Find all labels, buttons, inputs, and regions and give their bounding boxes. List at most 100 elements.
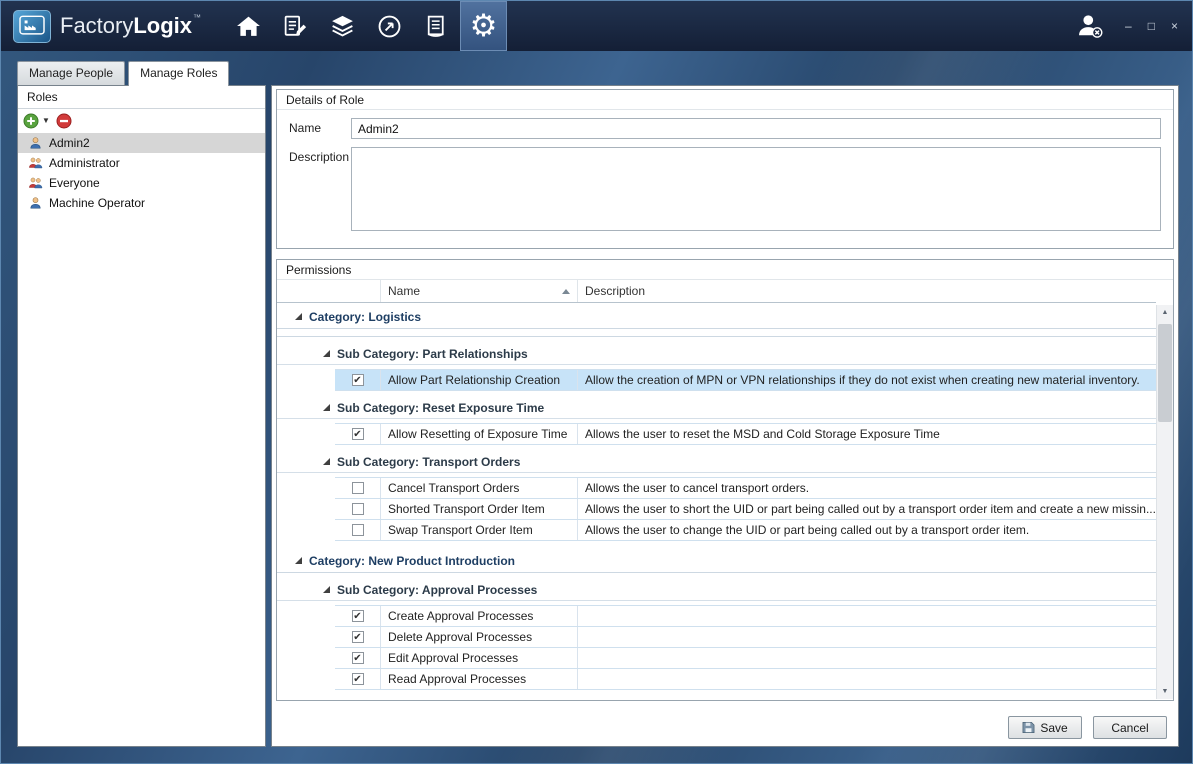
tab-manage-roles[interactable]: Manage Roles [128,61,229,86]
permission-checkbox[interactable] [352,374,364,386]
subcategory-row[interactable]: Sub Category: Part Relationships [277,343,1156,365]
subcategory-label: Sub Category: Part Relationships [337,347,528,361]
nav-planning-icon[interactable] [272,1,319,51]
permissions-grid-header: Name Description [277,280,1156,303]
maximize-button[interactable]: □ [1148,20,1155,32]
category-row[interactable]: Category: New Product Introduction [277,549,1156,573]
factorylogix-logo-icon [13,10,51,43]
permission-name: Read Approval Processes [381,669,578,689]
permission-row[interactable]: Shorted Transport Order ItemAllows the u… [335,499,1156,520]
description-label: Description [289,147,351,231]
permission-row[interactable]: Allow Resetting of Exposure TimeAllows t… [335,424,1156,445]
permission-row[interactable]: Read Approval Processes [335,669,1156,690]
permission-checkbox[interactable] [352,673,364,685]
permission-items: Allow Resetting of Exposure TimeAllows t… [335,423,1156,445]
permission-checkbox[interactable] [352,503,364,515]
collapse-icon[interactable] [323,586,330,593]
subcategory-row[interactable]: Sub Category: Transport Orders [277,451,1156,473]
checkbox-cell [335,606,381,626]
titlebar-right: – □ × [1075,11,1192,41]
titlebar-nav: ⚙ [225,1,507,51]
chevron-down-icon[interactable]: ▼ [42,116,50,125]
permission-description [578,648,1156,668]
permission-checkbox[interactable] [352,631,364,643]
role-list-item[interactable]: Administrator [18,153,265,173]
close-button[interactable]: × [1171,20,1178,32]
nav-settings-icon[interactable]: ⚙ [460,1,507,51]
subcategory-label: Sub Category: Transport Orders [337,455,520,469]
scrollbar-thumb[interactable] [1158,324,1172,422]
column-header-name[interactable]: Name [381,280,578,302]
role-label: Admin2 [49,136,90,150]
checkbox-cell [335,520,381,540]
permission-name: Allow Resetting of Exposure Time [381,424,578,444]
permission-row[interactable]: Create Approval Processes [335,606,1156,627]
permission-description: Allows the user to reset the MSD and Col… [578,424,1156,444]
category-label: Category: Logistics [309,310,421,324]
subcategory-row[interactable]: Sub Category: Barcode Templates [277,696,1156,699]
subcategory-label: Sub Category: Approval Processes [337,583,537,597]
details-title: Details of Role [277,90,1173,110]
collapse-icon[interactable] [323,350,330,357]
collapse-icon[interactable] [295,557,302,564]
vertical-scrollbar[interactable]: ▲ ▼ [1156,305,1173,699]
tab-bar: Manage People Manage Roles [17,61,232,86]
column-header-description[interactable]: Description [578,280,1156,302]
category-row[interactable]: Category: Logistics [277,305,1156,329]
collapse-icon[interactable] [323,458,330,465]
subcategory-row[interactable]: Sub Category: Approval Processes [277,579,1156,601]
save-icon [1022,721,1035,734]
subcategory-row[interactable]: Sub Category: Reset Exposure Time [277,397,1156,419]
permission-name: Swap Transport Order Item [381,520,578,540]
nav-home-icon[interactable] [225,1,272,51]
user-account-icon[interactable] [1075,11,1105,41]
permission-row[interactable]: Cancel Transport OrdersAllows the user t… [335,478,1156,499]
scroll-down-icon[interactable]: ▼ [1157,684,1173,699]
role-list-item[interactable]: Everyone [18,173,265,193]
checkbox-cell [335,424,381,444]
nav-materials-icon[interactable] [319,1,366,51]
brand-logix: Logix [133,13,192,38]
name-column-label: Name [388,284,420,298]
nav-documents-icon[interactable] [413,1,460,51]
save-button[interactable]: Save [1008,716,1082,739]
role-description-input[interactable] [351,147,1161,231]
permission-description: Allows the user to short the UID or part… [578,499,1156,519]
permission-row[interactable]: Edit Approval Processes [335,648,1156,669]
add-role-button[interactable] [23,113,39,129]
permission-checkbox[interactable] [352,610,364,622]
permission-row[interactable]: Allow Part Relationship CreationAllow th… [335,370,1156,391]
permission-description [578,669,1156,689]
minimize-button[interactable]: – [1125,20,1132,32]
permission-row[interactable]: Delete Approval Processes [335,627,1156,648]
permission-description: Allow the creation of MPN or VPN relatio… [578,370,1156,390]
permission-checkbox[interactable] [352,524,364,536]
app-title: FactoryLogix™ [60,13,201,39]
permission-name: Create Approval Processes [381,606,578,626]
role-list-item[interactable]: Machine Operator [18,193,265,213]
checkbox-cell [335,499,381,519]
permission-checkbox[interactable] [352,482,364,494]
roles-toolbar: ▼ [18,109,265,132]
permission-name: Delete Approval Processes [381,627,578,647]
nav-dispatch-icon[interactable] [366,1,413,51]
permission-checkbox[interactable] [352,428,364,440]
permission-row[interactable]: Swap Transport Order ItemAllows the user… [335,520,1156,541]
scroll-up-icon[interactable]: ▲ [1157,305,1173,320]
collapse-icon[interactable] [323,404,330,411]
permission-description [578,606,1156,626]
trademark-symbol: ™ [193,13,201,22]
roles-list: Admin2 AdministratorEveryoneMachine Opera… [18,132,265,213]
permission-items: Allow Part Relationship CreationAllow th… [335,369,1156,391]
cancel-label: Cancel [1111,721,1148,735]
cancel-button[interactable]: Cancel [1093,716,1167,739]
remove-role-button[interactable] [56,113,72,129]
role-name-input[interactable] [351,118,1161,139]
footer-buttons: Save Cancel [1008,716,1167,739]
collapse-icon[interactable] [295,313,302,320]
roles-panel: Roles ▼ Admin2AdministratorEveryoneMachi… [17,85,266,747]
tab-manage-people[interactable]: Manage People [17,61,125,85]
role-list-item[interactable]: Admin2 [18,133,265,153]
permission-name: Shorted Transport Order Item [381,499,578,519]
permission-checkbox[interactable] [352,652,364,664]
